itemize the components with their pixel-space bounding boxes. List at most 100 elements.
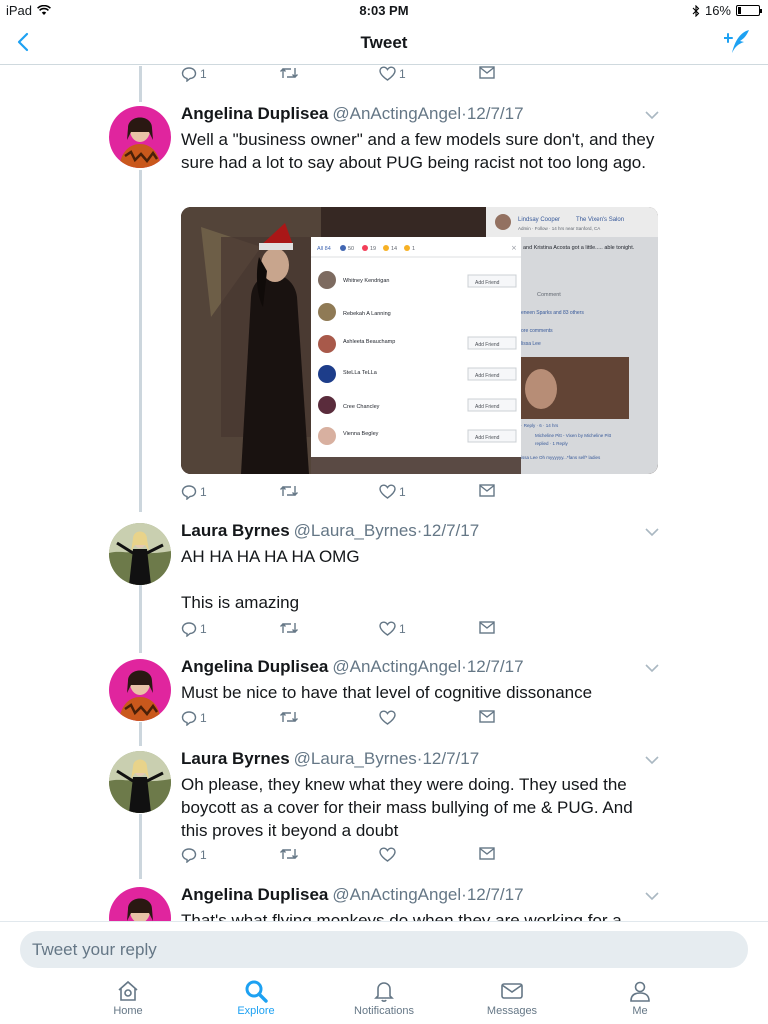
envelope-icon (501, 983, 523, 999)
avatar[interactable] (109, 523, 171, 585)
author-handle[interactable]: @Laura_Byrnes (294, 521, 417, 540)
reply-button[interactable]: 1 (181, 847, 207, 863)
media-reply-sub: replied · 1 Reply (535, 441, 569, 446)
tweet-actions: 1 1 (181, 484, 501, 504)
tweet-date: ·12/7/17 (461, 885, 524, 904)
status-bar: iPad 8:03 PM 16% (0, 0, 768, 22)
reply-input[interactable] (20, 931, 748, 968)
like-button[interactable] (379, 847, 396, 862)
media-post-author: Lindsay Cooper (518, 217, 560, 223)
retweet-icon (280, 849, 298, 859)
battery-icon (736, 5, 762, 16)
like-button[interactable]: 1 (379, 66, 406, 81)
like-button[interactable]: 1 (379, 621, 406, 636)
nav-bar: Tweet (0, 22, 768, 65)
retweet-button[interactable] (279, 66, 299, 80)
reply-button[interactable]: 1 (181, 621, 207, 637)
share-button[interactable] (479, 484, 495, 497)
tweet[interactable]: Laura Byrnes @Laura_Byrnes·12/7/17 AH HA … (0, 521, 768, 651)
chevron-down-icon[interactable] (644, 891, 660, 901)
retweet-button[interactable] (279, 710, 299, 724)
author-name[interactable]: Laura Byrnes (181, 521, 290, 540)
tweet-text: Oh please, they knew what they were doin… (181, 775, 633, 840)
share-button[interactable] (479, 66, 495, 79)
chevron-down-icon[interactable] (644, 755, 660, 765)
reply-icon (181, 848, 197, 863)
tweet-thread: 1 1 Angelina Duplisea @AnActingAngel·12/7… (0, 66, 768, 921)
author-handle[interactable]: @AnActingAngel (332, 885, 461, 904)
tab-messages[interactable]: Messages (462, 979, 562, 1017)
share-button[interactable] (479, 710, 495, 723)
reaction-user-name: SteLLa TeLLa (343, 370, 378, 376)
tab-me[interactable]: Me (590, 979, 690, 1017)
home-icon (118, 980, 138, 1001)
author-handle[interactable]: @AnActingAngel (332, 104, 461, 123)
reply-icon (181, 622, 197, 637)
author-name[interactable]: Angelina Duplisea (181, 885, 328, 904)
tab-label: Home (113, 1005, 143, 1017)
retweet-icon (280, 486, 298, 496)
author-handle[interactable]: @Laura_Byrnes (294, 749, 417, 768)
avatar[interactable] (109, 659, 171, 721)
reaction-love-count: 19 (370, 246, 376, 252)
author-name[interactable]: Laura Byrnes (181, 749, 290, 768)
tweet-date: ·12/7/17 (461, 104, 524, 123)
retweet-icon (280, 68, 298, 78)
tab-home[interactable]: Home (78, 979, 178, 1017)
like-button[interactable] (379, 710, 396, 725)
media-post-meta: Admin · Follow · 14 hrs near Sanford, CA (518, 226, 600, 231)
avatar[interactable] (109, 751, 171, 813)
retweet-button[interactable] (279, 847, 299, 861)
battery-level (738, 7, 741, 14)
retweet-button[interactable] (279, 621, 299, 635)
avatar[interactable] (109, 106, 171, 168)
media-likes-line: eneen Sparks and 83 others (521, 310, 584, 316)
compose-tweet-icon[interactable] (724, 28, 752, 56)
envelope-icon (479, 66, 495, 79)
tab-label: Explore (237, 1005, 275, 1017)
tab-explore[interactable]: Explore (206, 979, 306, 1017)
tweet-header: Angelina Duplisea @AnActingAngel·12/7/17 (181, 104, 524, 124)
tweet[interactable]: Laura Byrnes @Laura_Byrnes·12/7/17 Oh ple… (0, 749, 768, 869)
tweet-text-line: This is amazing (181, 593, 300, 612)
author-handle[interactable]: @AnActingAngel (332, 657, 461, 676)
add-friend-button: Add Friend (475, 373, 500, 379)
reply-count: 1 (200, 622, 207, 636)
avatar[interactable] (109, 887, 171, 921)
reply-button[interactable]: 1 (181, 484, 207, 500)
retweet-icon (280, 623, 298, 633)
share-button[interactable] (479, 621, 495, 634)
tweet[interactable]: Angelina Duplisea @AnActingAngel·12/7/17 … (0, 104, 768, 554)
author-name[interactable]: Angelina Duplisea (181, 657, 328, 676)
media-commenter: lissa Lee (521, 341, 541, 347)
tweet[interactable]: Angelina Duplisea @AnActingAngel·12/7/17 … (0, 657, 768, 737)
reply-button[interactable]: 1 (181, 710, 207, 726)
retweet-button[interactable] (279, 484, 299, 498)
like-button[interactable]: 1 (379, 484, 406, 499)
reply-button[interactable]: 1 (181, 66, 207, 82)
envelope-icon (479, 621, 495, 634)
envelope-icon (479, 484, 495, 497)
tweet-text: That's what flying monkeys do when they … (181, 911, 622, 921)
page-title: Tweet (360, 33, 408, 52)
reply-count: 1 (200, 485, 207, 499)
tab-notifications[interactable]: Notifications (334, 979, 434, 1017)
add-friend-button: Add Friend (475, 280, 500, 286)
chevron-down-icon[interactable] (644, 110, 660, 120)
thread-line (139, 66, 142, 102)
tweet-header: Laura Byrnes @Laura_Byrnes·12/7/17 (181, 749, 479, 769)
author-name[interactable]: Angelina Duplisea (181, 104, 328, 123)
reply-count: 1 (200, 711, 207, 725)
chevron-down-icon[interactable] (644, 663, 660, 673)
chevron-down-icon[interactable] (644, 527, 660, 537)
tweet-text-line: AH HA HA HA HA OMG (181, 547, 360, 566)
tweet[interactable]: Angelina Duplisea @AnActingAngel·12/7/17 … (0, 885, 768, 921)
share-button[interactable] (479, 847, 495, 860)
tweet-media-image[interactable]: Lindsay Cooper The Vixen's Salon Admin ·… (181, 207, 658, 474)
media-reply-by: Micheline Pitt - Vixen by Micheline Pitt (535, 433, 612, 438)
reply-count: 1 (200, 67, 207, 81)
media-comment-label: Comment (537, 292, 561, 298)
media-last-comment: issa Lee Oh myyyyyy...*fans self* ladies (521, 455, 601, 460)
media-reply-meta: · Reply · 6 · 14 hrs (521, 423, 559, 428)
reaction-user-name: Cree Chancley (343, 404, 380, 410)
